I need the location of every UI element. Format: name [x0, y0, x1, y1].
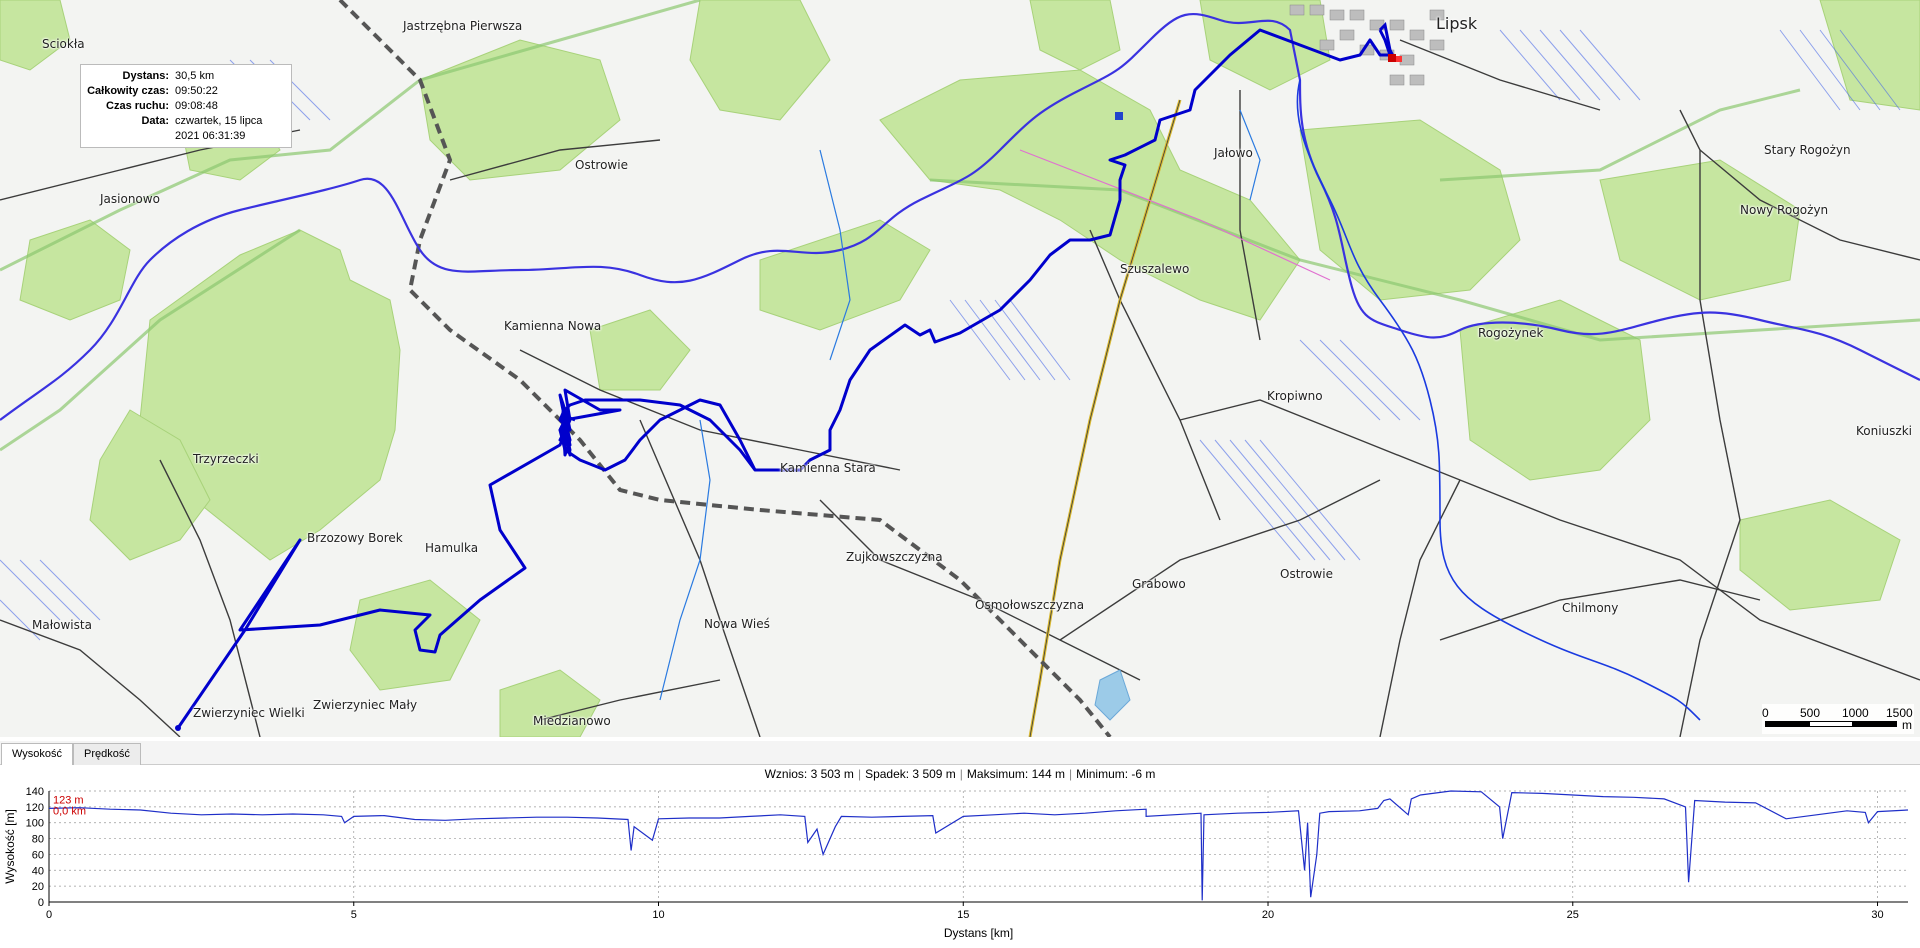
x-tick-label: 25 — [1567, 909, 1579, 921]
place-label: Jasionowo — [100, 192, 160, 206]
place-label: Jałowo — [1214, 146, 1253, 160]
tab-speed[interactable]: Prędkość — [73, 743, 141, 765]
y-tick-label: 0 — [38, 897, 44, 909]
y-tick-label: 100 — [26, 818, 44, 830]
place-label: Chilmony — [1562, 601, 1619, 615]
date-value: czwartek, 15 lipca 2021 06:31:39 — [175, 115, 263, 142]
place-label: Stary Rogożyn — [1764, 143, 1851, 157]
place-label: Miedzianowo — [533, 714, 611, 728]
y-tick-label: 80 — [32, 834, 44, 846]
scale-label-1000: 1000 — [1842, 706, 1869, 720]
place-label: Rogożynek — [1478, 326, 1544, 340]
scale-bar: 0 500 1000 1500 m — [1762, 704, 1914, 734]
place-label: Zujkowszczyzna — [846, 550, 943, 564]
tab-elevation[interactable]: Wysokość — [1, 743, 74, 766]
place-label: Zwierzyniec Mały — [313, 698, 418, 712]
place-label: Nowy Rogożyn — [1740, 203, 1829, 217]
x-axis-label: Dystans [km] — [944, 926, 1013, 940]
x-tick-label: 10 — [652, 909, 664, 921]
y-axis-label: Wysokość [m] — [3, 809, 17, 884]
elevation-chart[interactable]: 0204060801001201400 5 10 15 20 25 30123 m0,0 k… — [0, 765, 1920, 943]
place-label: Hamulka — [425, 541, 479, 555]
moving-time-label: Czas ruchu: — [106, 100, 169, 112]
place-label: Małowista — [32, 618, 92, 632]
scale-segment — [1809, 721, 1853, 727]
pond — [1094, 669, 1131, 721]
scale-unit: m — [1902, 718, 1912, 732]
stat-min: Minimum: -6 m — [1076, 767, 1156, 781]
y-tick-label: 40 — [32, 865, 44, 877]
y-tick-label: 60 — [32, 849, 44, 861]
parking-marker — [1115, 112, 1123, 120]
place-label: Osmołowszczyzna — [975, 598, 1085, 612]
profile-tabs: Wysokość Prędkość — [0, 741, 1920, 766]
stat-descent: Spadek: 3 509 m — [865, 767, 956, 781]
place-label: Jastrzębna Pierwsza — [403, 19, 523, 33]
place-label: Kropiwno — [1267, 389, 1323, 403]
stat-ascent: Wznios: 3 503 m — [764, 767, 854, 781]
place-label: Brzozowy Borek — [307, 531, 403, 545]
y-tick-label: 120 — [26, 802, 44, 814]
elevation-profile[interactable]: Wznios: 3 503 m | Spadek: 3 509 m | Maksimum… — [0, 765, 1920, 943]
elevation-stats: Wznios: 3 503 m | Spadek: 3 509 m | Maksimum… — [764, 767, 1156, 781]
y-tick-label: 20 — [32, 881, 44, 893]
x-tick-label: 0 — [46, 909, 52, 921]
total-time-value: 09:50:22 — [175, 85, 218, 97]
total-time-label: Całkowity czas: — [87, 85, 169, 97]
scale-segment — [1853, 721, 1897, 727]
distance-label: Dystans: — [122, 70, 169, 82]
stat-max: Maksimum: 144 m — [966, 767, 1065, 781]
track-info-panel: Dystans: 30,5 km Całkowity czas: 09:50:22 … — [80, 64, 292, 148]
x-tick-label: 5 — [351, 909, 357, 921]
cursor-distance-label: 0,0 km — [53, 806, 86, 818]
distance-value: 30,5 km — [175, 70, 215, 82]
place-label: Lipsk — [1436, 14, 1478, 33]
scale-label-0: 0 — [1762, 706, 1769, 720]
moving-time-value: 09:08:48 — [175, 100, 218, 112]
place-label: Kamienna Stara — [780, 461, 876, 475]
track-start-marker — [175, 725, 181, 731]
x-tick-label: 30 — [1871, 909, 1883, 921]
place-label: Grabowo — [1132, 577, 1186, 591]
place-label: Nowa Wieś — [704, 617, 770, 631]
scale-label-500: 500 — [1800, 706, 1821, 720]
place-label: Ostrowie — [1280, 567, 1333, 581]
y-tick-label: 140 — [26, 786, 44, 798]
place-label: Zwierzyniec Wielki — [193, 706, 305, 720]
scale-segment — [1765, 721, 1809, 727]
date-label: Data: — [141, 115, 169, 127]
place-label: Koniuszki — [1856, 424, 1912, 438]
place-label: Szuszalewo — [1120, 262, 1190, 276]
place-label: Sciokła — [42, 37, 85, 51]
map-view[interactable]: Jastrzębna Pierwsza Lipsk Sciokła Ostrow… — [0, 0, 1920, 737]
x-tick-label: 20 — [1262, 909, 1274, 921]
elevation-line — [48, 790, 1909, 901]
x-tick-label: 15 — [957, 909, 969, 921]
place-label: Ostrowie — [575, 158, 628, 172]
place-label: Trzyrzeczki — [193, 452, 259, 466]
place-label: Kamienna Nowa — [504, 319, 602, 333]
